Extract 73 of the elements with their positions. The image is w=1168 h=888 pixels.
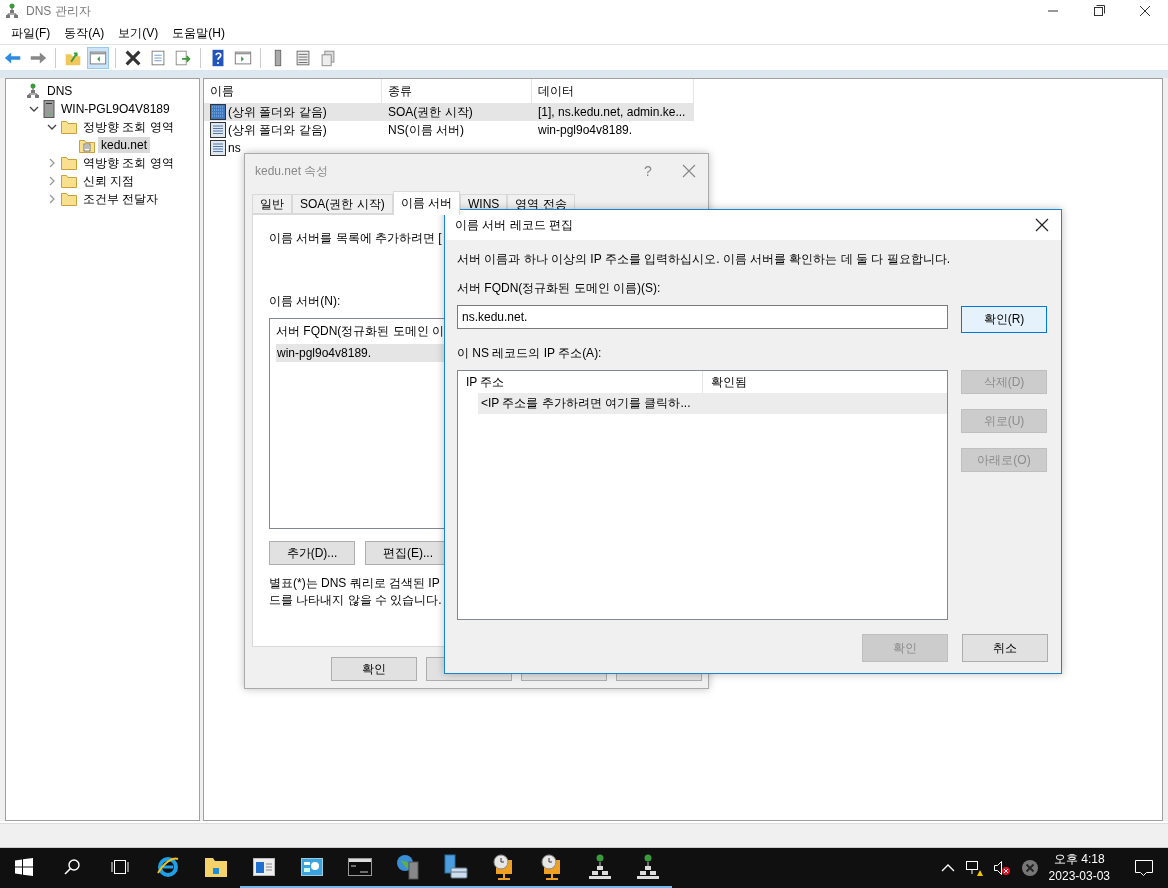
ip-address-table[interactable]: IP 주소 확인됨 <IP 주소를 추가하려면 여기를 클릭하...	[457, 370, 948, 620]
dialog-button[interactable]: 취소	[962, 634, 1048, 662]
folder-icon	[61, 156, 77, 170]
folder-icon	[61, 174, 77, 188]
folder-icon[interactable]	[204, 856, 228, 878]
record-name: (상위 폴더와 같음)	[228, 121, 327, 139]
record-icon	[210, 122, 226, 138]
menu-item[interactable]: 파일(F)	[4, 24, 58, 42]
window-title: DNS 관리자	[26, 2, 92, 20]
tree-item[interactable]: kedu.net	[98, 137, 151, 153]
field-label: 서버 FQDN(정규화된 도메인 이름)(S):	[457, 280, 662, 297]
menu-item[interactable]: 보기(V)	[111, 24, 166, 42]
folder-icon	[61, 120, 77, 134]
dialog-title: 이름 서버 레코드 편집	[455, 216, 574, 234]
note-text: 드를 나타내지 않을 수 있습니다.	[269, 592, 443, 609]
tree-item[interactable]: 정방향 조회 영역	[80, 117, 177, 137]
browser-icon[interactable]	[156, 855, 180, 879]
console-tree-icon[interactable]	[87, 46, 109, 69]
ok-button[interactable]: 확인	[331, 657, 417, 681]
note-text: 별표(*)는 DNS 쿼리로 검색된 IP	[269, 575, 441, 592]
menu-item[interactable]: 동작(A)	[57, 24, 112, 42]
menu-item[interactable]: 도움말(H)	[165, 24, 232, 42]
globe-server-icon[interactable]	[396, 854, 420, 880]
record-name: (상위 폴더와 같음)	[228, 103, 327, 121]
search-icon[interactable]	[63, 858, 81, 876]
resolve-button[interactable]: 확인(R)	[961, 306, 1047, 333]
clock-time: 오후 4:18	[1053, 851, 1105, 868]
server-icon	[43, 100, 55, 118]
record-type: SOA(권한 시작)	[387, 103, 474, 121]
tree-item[interactable]: 조건부 전달자	[80, 189, 162, 209]
zone-file-icon	[79, 137, 95, 153]
network-icon[interactable]	[589, 854, 611, 880]
chevron-up-icon[interactable]	[940, 863, 955, 873]
record-row[interactable]: (상위 폴더와 같음) NS(이름 서버) win-pgl9o4v8189.	[204, 121, 694, 139]
clock[interactable]: 오후 4:18 2023-03-03	[1048, 851, 1110, 885]
task-view-icon[interactable]	[109, 858, 131, 876]
record-row[interactable]: (상위 폴더와 같음) SOA(권한 시작) [1], ns.kedu.net, admin.ke...	[204, 103, 694, 121]
close-icon[interactable]	[1035, 218, 1049, 232]
add-ip-placeholder[interactable]: <IP 주소를 추가하려면 여기를 클릭하...	[478, 393, 947, 414]
tree-item[interactable]: 신뢰 지점	[80, 171, 138, 191]
tab[interactable]: 일반	[252, 194, 292, 214]
tree-item[interactable]: DNS	[44, 83, 76, 99]
cross-circle-icon[interactable]	[1020, 859, 1039, 877]
network-icon	[4, 3, 20, 19]
record-name: ns	[228, 141, 241, 155]
record-type: NS(이름 서버)	[387, 121, 465, 139]
folder-icon	[61, 192, 77, 206]
tree-item[interactable]: 역방향 조회 영역	[80, 153, 177, 173]
list-header: 서버 FQDN(정규화된 도메인 이	[276, 323, 445, 340]
terminal-icon[interactable]	[348, 858, 372, 876]
start-icon[interactable]	[15, 858, 33, 876]
tab[interactable]: 이름 서버	[392, 191, 460, 215]
fqdn-field[interactable]: ns.kedu.net.	[457, 305, 948, 329]
tab[interactable]: SOA(권한 시작)	[292, 194, 393, 214]
field-label: 이름 서버(N):	[269, 293, 342, 310]
server-case-icon[interactable]	[443, 854, 469, 880]
checkered-record-icon	[210, 104, 226, 120]
network-icon[interactable]	[637, 854, 659, 880]
dialog-button[interactable]: 추가(D)...	[269, 541, 355, 565]
dialog-title: kedu.net 속성	[255, 162, 330, 180]
instruction-text: 이름 서버를 목록에 추가하려면 [	[269, 230, 443, 247]
record-icon	[210, 140, 226, 156]
instruction-text: 서버 이름과 하나 이상의 IP 주소를 입력하십시오. 이름 서버를 확인하는 데 둘 다 필요합니다.	[457, 251, 952, 268]
record-row[interactable]: ns	[204, 139, 694, 157]
network-warning-icon[interactable]	[964, 859, 983, 877]
record-data: win-pgl9o4v8189.	[537, 123, 634, 137]
speaker-muted-icon[interactable]	[992, 859, 1011, 877]
window-icon[interactable]	[253, 858, 275, 876]
clock-date: 2023-03-03	[1048, 868, 1110, 885]
tree-item[interactable]: WIN-PGL9O4V8189	[58, 101, 173, 117]
network-icon	[25, 83, 41, 99]
record-data: [1], ns.kedu.net, admin.ke...	[537, 105, 687, 119]
column-header[interactable]: 확인됨	[703, 371, 947, 393]
